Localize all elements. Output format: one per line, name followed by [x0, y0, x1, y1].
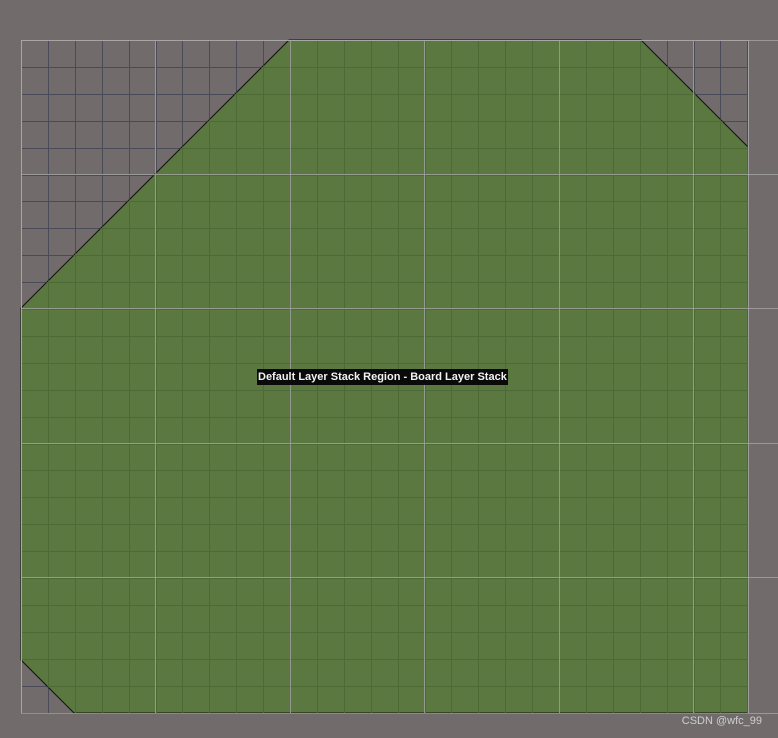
watermark-text: CSDN @wfc_99: [681, 715, 762, 727]
layer-stack-region-label: Default Layer Stack Region - Board Layer…: [257, 369, 508, 385]
pcb-editor-canvas[interactable]: Default Layer Stack Region - Board Layer…: [0, 0, 778, 738]
